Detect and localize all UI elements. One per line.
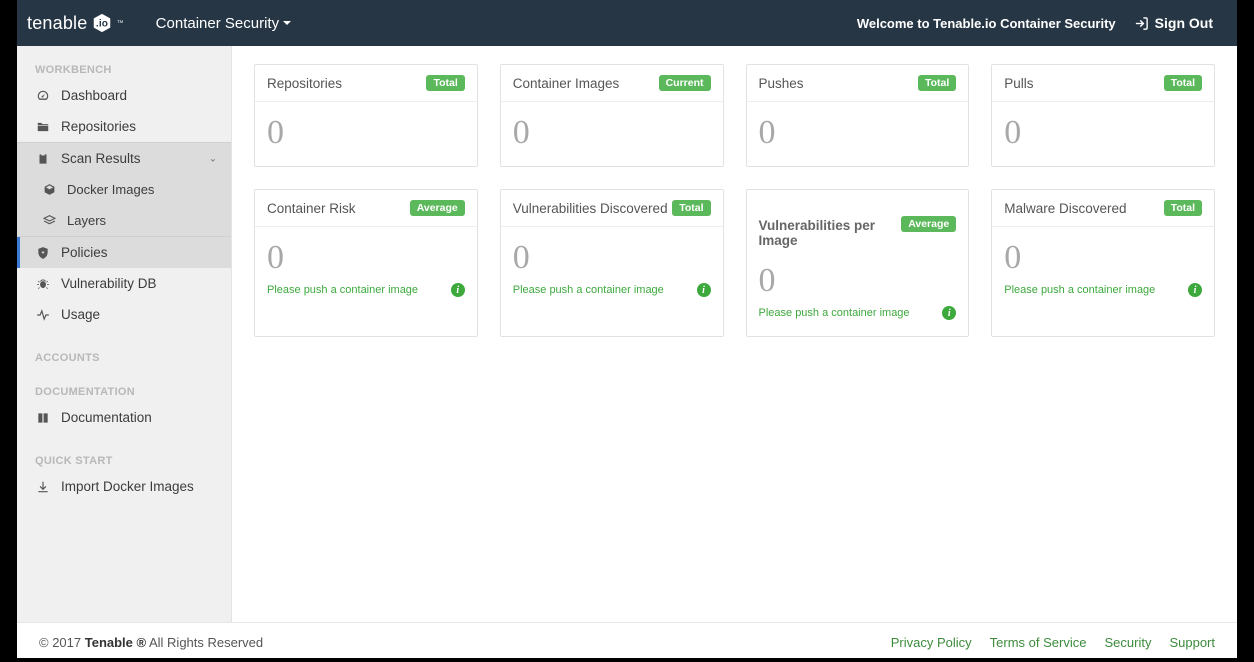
app-header: tenable .io ™ Container Security Welcome… [17, 0, 1237, 46]
book-icon [35, 411, 51, 425]
card-badge: Total [1164, 200, 1202, 216]
gauge-icon [35, 89, 51, 103]
card-value: 0 [267, 116, 465, 150]
sidebar-item-documentation[interactable]: Documentation [17, 402, 231, 433]
sidebar-item-policies[interactable]: Policies [17, 236, 231, 268]
card-badge: Total [426, 75, 464, 91]
shield-icon [35, 246, 51, 260]
card-hint: Please push a container image [1004, 284, 1155, 296]
footer: © 2017 Tenable ® All Rights Reserved Pri… [17, 622, 1237, 662]
sidebar-item-usage[interactable]: Usage [17, 299, 231, 330]
sidebar-item-label: Repositories [61, 119, 136, 134]
card-title: Malware Discovered [1004, 201, 1126, 216]
card-title: Repositories [267, 76, 342, 91]
chevron-down-icon: ⌄ [209, 153, 217, 164]
footer-link-privacy[interactable]: Privacy Policy [891, 635, 972, 650]
card-container-images: Container Images Current 0 [500, 64, 724, 167]
card-hint: Please push a container image [267, 284, 418, 296]
card-value: 0 [759, 116, 957, 150]
brand-text-prefix: tenable [27, 13, 87, 34]
copyright: © 2017 Tenable ® All Rights Reserved [39, 635, 263, 650]
footer-link-terms[interactable]: Terms of Service [990, 635, 1087, 650]
sidebar-section-accounts: ACCOUNTS [17, 344, 231, 368]
card-container-risk: Container Risk Average 0 Please push a c… [254, 189, 478, 337]
card-vulnerabilities-discovered: Vulnerabilities Discovered Total 0 Pleas… [500, 189, 724, 337]
card-repositories: Repositories Total 0 [254, 64, 478, 167]
card-title: Pulls [1004, 76, 1033, 91]
clipboard-icon [35, 152, 51, 166]
info-icon[interactable]: i [697, 283, 711, 297]
card-title: Container Images [513, 76, 620, 91]
sidebar-item-label: Scan Results [61, 151, 141, 166]
sidebar-item-layers[interactable]: Layers [17, 205, 231, 236]
hexagon-icon: .io [91, 12, 113, 34]
sidebar: WORKBENCH Dashboard Repositories Scan Re… [17, 46, 232, 622]
card-vulnerabilities-per-image: Vulnerabilities per Image Average 0 Plea… [746, 189, 970, 337]
info-icon[interactable]: i [1188, 283, 1202, 297]
card-value: 0 [513, 241, 711, 275]
signout-label: Sign Out [1155, 15, 1213, 31]
product-name: Container Security [156, 15, 279, 32]
signout-button[interactable]: Sign Out [1134, 15, 1213, 31]
download-icon [35, 480, 51, 494]
footer-link-security[interactable]: Security [1104, 635, 1151, 650]
activity-icon [35, 308, 51, 322]
svg-text:.io: .io [96, 19, 108, 30]
card-pulls: Pulls Total 0 [991, 64, 1215, 167]
main-content: Repositories Total 0 Container Images Cu… [232, 46, 1237, 622]
footer-link-support[interactable]: Support [1169, 635, 1215, 650]
sidebar-item-label: Layers [67, 213, 106, 228]
sidebar-section-workbench: WORKBENCH [17, 56, 231, 80]
sidebar-item-label: Docker Images [67, 182, 154, 197]
card-value: 0 [759, 264, 957, 298]
sidebar-item-label: Policies [61, 245, 108, 260]
brand-logo[interactable]: tenable .io ™ [27, 12, 124, 34]
folder-icon [35, 120, 51, 134]
card-pushes: Pushes Total 0 [746, 64, 970, 167]
card-value: 0 [1004, 116, 1202, 150]
sidebar-section-documentation: DOCUMENTATION [17, 378, 231, 402]
card-badge: Current [659, 75, 711, 91]
sidebar-section-quickstart: QUICK START [17, 447, 231, 471]
info-icon[interactable]: i [942, 306, 956, 320]
product-selector[interactable]: Container Security [156, 15, 291, 32]
trademark-symbol: ™ [116, 20, 123, 27]
cube-icon [41, 183, 57, 196]
sidebar-item-label: Vulnerability DB [61, 276, 157, 291]
card-hint: Please push a container image [513, 284, 664, 296]
card-title: Container Risk [267, 201, 356, 216]
sidebar-item-vulnerability-db[interactable]: Vulnerability DB [17, 268, 231, 299]
sidebar-item-dashboard[interactable]: Dashboard [17, 80, 231, 111]
info-icon[interactable]: i [451, 283, 465, 297]
card-badge: Total [672, 200, 710, 216]
sidebar-item-scan-results[interactable]: Scan Results ⌄ [17, 142, 231, 174]
card-malware-discovered: Malware Discovered Total 0 Please push a… [991, 189, 1215, 337]
sidebar-item-label: Import Docker Images [61, 479, 194, 494]
card-badge: Total [1164, 75, 1202, 91]
card-title: Vulnerabilities Discovered [513, 201, 668, 216]
sidebar-item-label: Dashboard [61, 88, 127, 103]
card-badge: Total [918, 75, 956, 91]
sidebar-item-repositories[interactable]: Repositories [17, 111, 231, 142]
card-value: 0 [513, 116, 711, 150]
sidebar-item-label: Usage [61, 307, 100, 322]
card-badge: Average [410, 200, 465, 216]
sidebar-item-docker-images[interactable]: Docker Images [17, 174, 231, 205]
card-title: Vulnerabilities per Image [759, 200, 902, 248]
sidebar-item-import-docker[interactable]: Import Docker Images [17, 471, 231, 502]
card-hint: Please push a container image [759, 307, 910, 319]
card-title: Pushes [759, 76, 804, 91]
welcome-text: Welcome to Tenable.io Container Security [857, 16, 1116, 31]
signout-icon [1134, 16, 1149, 31]
chevron-down-icon [283, 21, 291, 25]
sidebar-item-label: Documentation [61, 410, 152, 425]
bug-icon [35, 277, 51, 291]
card-value: 0 [1004, 241, 1202, 275]
layers-icon [41, 214, 57, 227]
card-badge: Average [901, 216, 956, 232]
card-value: 0 [267, 241, 465, 275]
